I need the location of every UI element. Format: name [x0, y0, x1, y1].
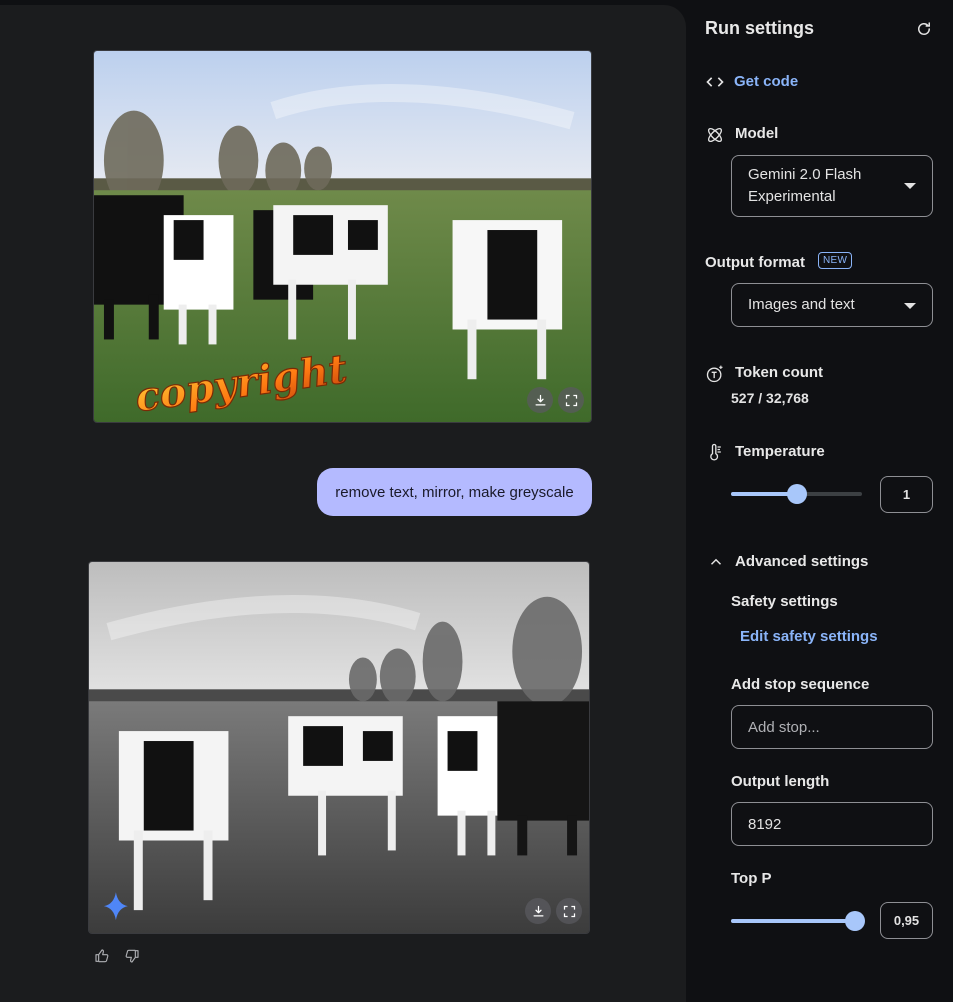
token-count-label: Token count [735, 364, 824, 381]
model-value-line1: Gemini 2.0 Flash [748, 166, 862, 183]
stop-sequence-placeholder: Add stop... [748, 718, 820, 736]
chevron-up-icon [710, 558, 722, 565]
chevron-down-icon [904, 303, 916, 309]
token-count-value: 527 / 32,768 [731, 390, 809, 406]
fullscreen-icon [563, 905, 575, 917]
top-p-input[interactable]: 0,95 [880, 902, 933, 939]
reset-settings-button[interactable] [915, 20, 935, 40]
download-icon [535, 394, 545, 405]
download-button[interactable] [527, 387, 553, 413]
top-p-slider-fill [731, 919, 856, 923]
model-label: Model [735, 125, 779, 142]
edit-safety-settings-link[interactable]: Edit safety settings [740, 628, 878, 645]
thumbs-down-button[interactable] [124, 948, 140, 964]
thumbs-up-button[interactable] [94, 948, 110, 964]
advanced-settings-label: Advanced settings [735, 553, 869, 570]
get-code-button[interactable]: Get code [705, 72, 835, 94]
temperature-slider[interactable] [731, 484, 862, 504]
chat-panel: copyright remove text, mirror, make grey… [0, 5, 686, 1002]
temperature-label: Temperature [735, 443, 825, 460]
top-p-slider-thumb[interactable] [845, 911, 866, 931]
get-code-label: Get code [734, 73, 799, 90]
output-length-label: Output length [731, 773, 830, 790]
output-format-select[interactable]: Images and text [731, 283, 933, 327]
greyscale-cows-photo [89, 562, 589, 933]
new-badge: NEW [818, 252, 853, 269]
temperature-input[interactable]: 1 [880, 476, 933, 513]
thumbs-down-icon [125, 949, 139, 963]
code-icon [706, 77, 724, 87]
model-atom-icon [707, 127, 723, 143]
output-length-input[interactable]: 8192 [731, 802, 933, 846]
user-message-bubble: remove text, mirror, make greyscale [317, 468, 592, 516]
top-p-value: 0,95 [893, 913, 920, 928]
temperature-slider-thumb[interactable] [786, 484, 807, 504]
generated-image-color[interactable]: copyright [93, 50, 592, 423]
model-value-line2: Experimental [748, 188, 836, 205]
output-format-value: Images and text [748, 296, 855, 313]
temperature-value: 1 [902, 487, 911, 502]
run-settings-title: Run settings [705, 18, 815, 38]
safety-settings-label: Safety settings [731, 593, 838, 610]
fullscreen-icon [565, 394, 577, 406]
fullscreen-button[interactable] [558, 387, 584, 413]
user-message-text: remove text, mirror, make greyscale [335, 483, 574, 501]
thumbs-up-icon [95, 949, 109, 963]
stop-sequence-input[interactable]: Add stop... [731, 705, 933, 749]
stop-sequence-label: Add stop sequence [731, 676, 870, 693]
chevron-down-icon [904, 183, 916, 189]
output-format-label: Output format [705, 254, 805, 271]
fullscreen-button[interactable] [556, 898, 582, 924]
generated-image-greyscale[interactable] [88, 561, 590, 934]
download-icon [533, 905, 543, 916]
download-button[interactable] [525, 898, 551, 924]
thermometer-icon [710, 443, 721, 461]
model-select[interactable]: Gemini 2.0 Flash Experimental [731, 155, 933, 217]
token-count-icon [706, 365, 723, 383]
refresh-icon [918, 22, 930, 35]
output-length-value: 8192 [748, 815, 782, 833]
advanced-settings-toggle[interactable]: Advanced settings [705, 552, 905, 574]
top-p-slider[interactable] [731, 911, 866, 931]
top-p-label: Top P [731, 870, 772, 887]
run-settings-panel: Run settings Get code Model Gemini 2.0 F… [686, 0, 953, 1002]
color-cows-photo: copyright [94, 51, 591, 422]
